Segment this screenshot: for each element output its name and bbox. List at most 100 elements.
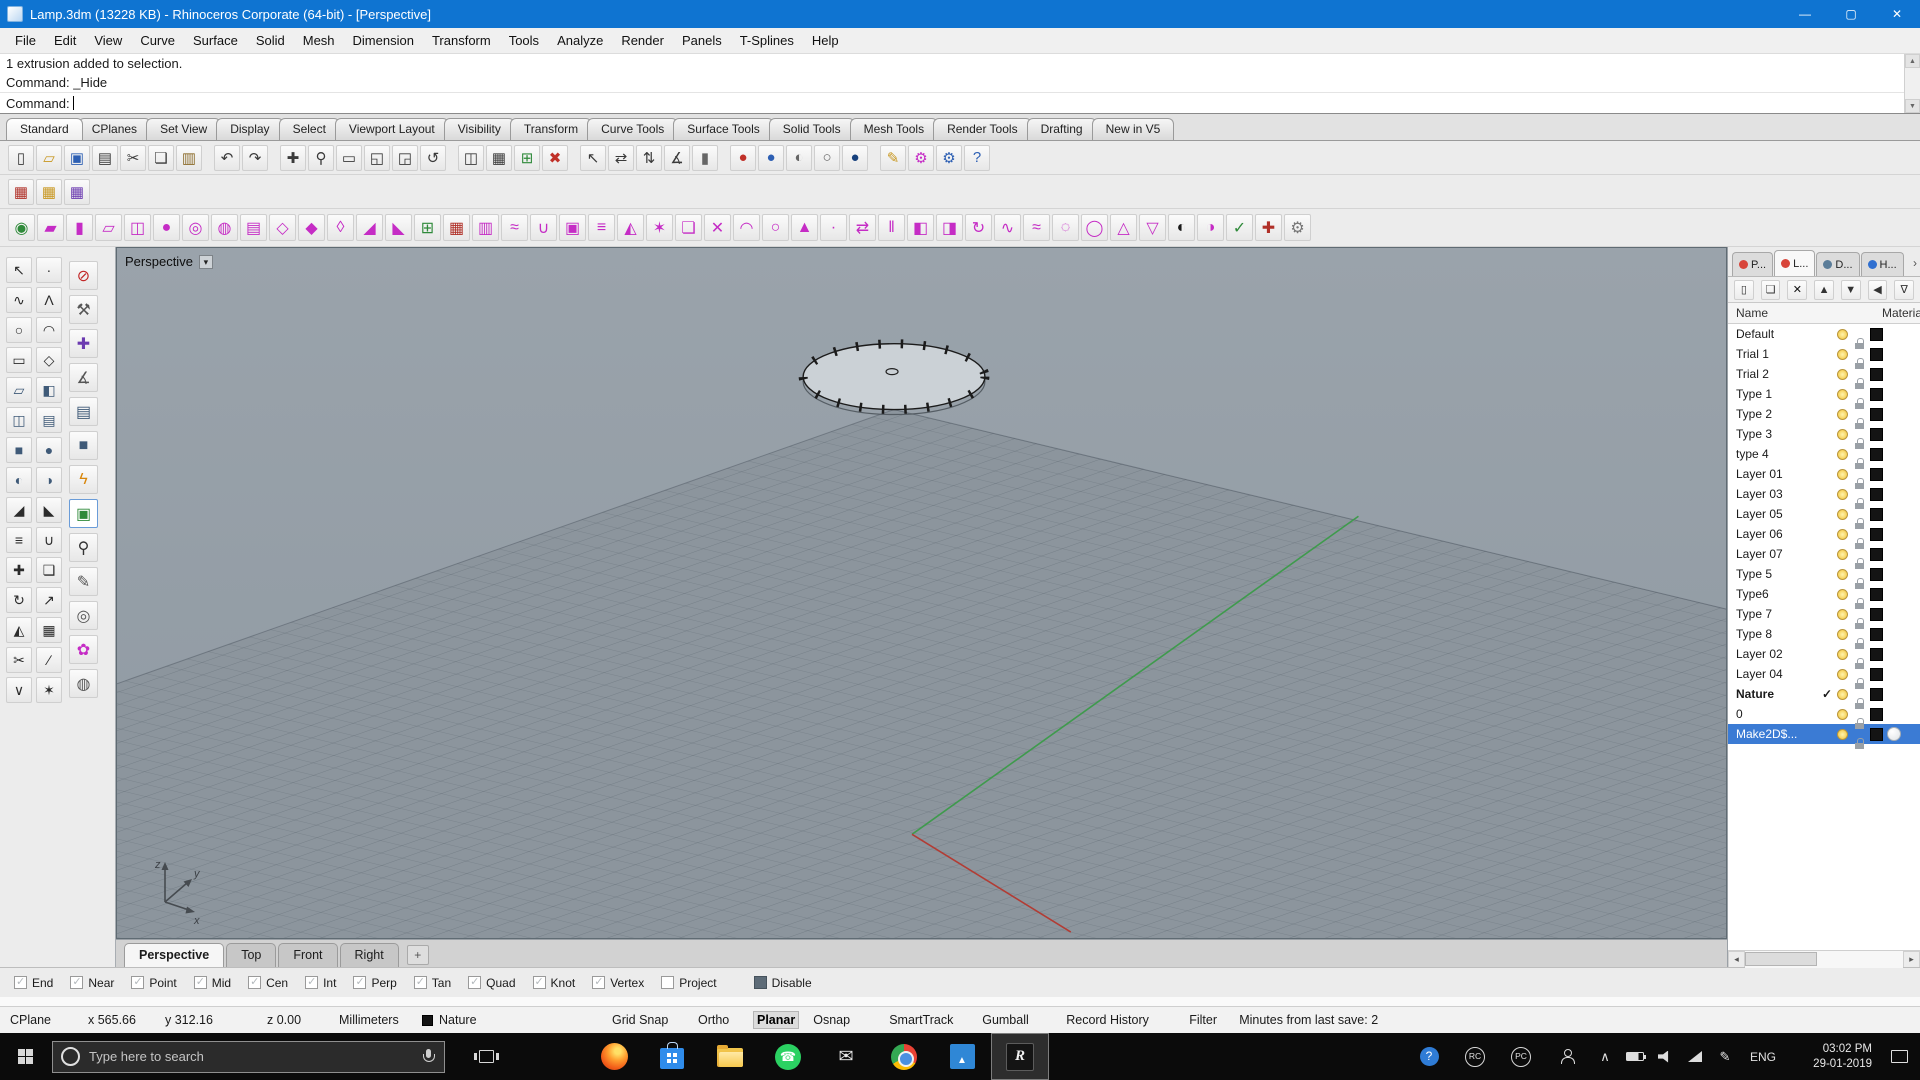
layer-color-swatch[interactable] [1868, 668, 1885, 681]
ts-weld-icon[interactable]: ◆ [298, 214, 325, 241]
mesh-tools-icon[interactable]: ◍ [69, 669, 98, 698]
layer-visibility-bulb-icon[interactable] [1834, 729, 1851, 740]
status-toggle[interactable]: Gumball [982, 1013, 1066, 1027]
osnap-toggle[interactable]: Int [305, 975, 336, 990]
boolean-union-icon[interactable]: ◐ [6, 467, 32, 493]
toolbar-tab[interactable]: Render Tools [933, 118, 1032, 140]
layer-color-swatch[interactable] [1868, 728, 1885, 741]
menu-item[interactable]: Solid [247, 33, 294, 48]
render-plugin-icon[interactable]: ✿ [69, 635, 98, 664]
zoom-window-icon[interactable]: ▭ [336, 144, 362, 171]
pen-icon[interactable]: ✎ [1710, 1033, 1740, 1080]
toolbar-tab[interactable]: Drafting [1026, 118, 1097, 140]
toolbar-tab[interactable]: Surface Tools [673, 118, 774, 140]
ts-duplicate-face-icon[interactable]: ❏ [675, 214, 702, 241]
layer-color-swatch[interactable] [1868, 688, 1885, 701]
ts-unweld-icon[interactable]: ◊ [327, 214, 354, 241]
osnap-checkbox[interactable] [353, 975, 367, 989]
badge-pc-icon[interactable]: PC [1498, 1033, 1544, 1080]
delete-icon[interactable]: ✖ [542, 144, 568, 171]
viewport-tab[interactable]: Front [278, 943, 338, 967]
osnap-checkbox[interactable] [592, 975, 606, 989]
snapshots-palette-icon[interactable]: ▦ [8, 178, 34, 205]
osnap-toggle[interactable]: Vertex [592, 975, 644, 990]
layer-color-swatch[interactable] [1868, 388, 1885, 401]
layer-color-swatch[interactable] [1868, 528, 1885, 541]
layers-horizontal-scrollbar[interactable]: ◂ ▸ [1728, 950, 1920, 968]
menu-item[interactable]: File [6, 33, 45, 48]
osnap-toggle[interactable]: Cen [248, 975, 288, 990]
chrome-icon[interactable] [875, 1033, 933, 1080]
copy-icon[interactable]: ❏ [148, 144, 174, 171]
osnap-checkbox[interactable] [413, 975, 427, 989]
ts-skin-icon[interactable]: ◧ [907, 214, 934, 241]
ts-box-icon[interactable]: ▮ [66, 214, 93, 241]
Layer 03[interactable]: Layer 03 [1728, 484, 1920, 509]
layer-visibility-bulb-icon[interactable] [1834, 709, 1851, 720]
Type 1[interactable]: Type 1 [1728, 384, 1920, 409]
toolbar-tab[interactable]: Transform [509, 118, 593, 140]
angle-measure-icon[interactable]: ∡ [664, 144, 690, 171]
status-toggle[interactable]: Record History [1066, 1013, 1189, 1027]
ts-merge-icon[interactable]: ∪ [530, 214, 557, 241]
layer-visibility-bulb-icon[interactable] [1834, 669, 1851, 680]
rotate-icon[interactable]: ↻ [6, 587, 32, 613]
status-toggle[interactable]: SmartTrack [889, 1013, 982, 1027]
annotate-pencil-icon[interactable]: ✎ [69, 567, 98, 596]
single-point-icon[interactable]: ∙ [36, 257, 62, 283]
duplicate-layer-icon[interactable]: ❏ [1760, 279, 1781, 300]
menu-item[interactable]: Render [612, 33, 673, 48]
osnap-checkbox[interactable] [131, 975, 145, 989]
ts-select-loop-icon[interactable]: ◌ [1052, 214, 1079, 241]
file-explorer-icon[interactable] [701, 1033, 759, 1080]
layer-visibility-bulb-icon[interactable] [1834, 409, 1851, 420]
pan-view-icon[interactable]: ✚ [280, 144, 306, 171]
arc-icon[interactable]: ◠ [36, 317, 62, 343]
magnifier-icon[interactable]: ⚲ [69, 533, 98, 562]
start-button[interactable] [0, 1033, 50, 1080]
Type 8[interactable]: Type 8 [1728, 624, 1920, 649]
layer-color-swatch[interactable] [1868, 588, 1885, 601]
layer-color-swatch[interactable] [1868, 508, 1885, 521]
Layer 04[interactable]: Layer 04 [1728, 664, 1920, 689]
ts-isolate-icon[interactable]: ◐ [1168, 214, 1195, 241]
toolbar-tab[interactable]: Display [216, 118, 284, 140]
menu-item[interactable]: Analyze [548, 33, 612, 48]
extrude-solid-icon[interactable]: ▤ [69, 397, 98, 426]
menu-item[interactable]: Tools [500, 33, 548, 48]
ts-revolve-icon[interactable]: ↻ [965, 214, 992, 241]
osnap-checkbox[interactable] [468, 975, 482, 989]
taskbar-clock[interactable]: 03:02 PM 29-01-2019 [1786, 1042, 1878, 1072]
scroll-left-icon[interactable]: ◂ [1728, 950, 1745, 968]
osnap-toggle[interactable]: Quad [468, 975, 516, 990]
layer-color-swatch[interactable] [1868, 368, 1885, 381]
osnap-checkbox[interactable] [661, 976, 675, 989]
layer-color-swatch[interactable] [1868, 568, 1885, 581]
ts-loft-icon[interactable]: ◨ [936, 214, 963, 241]
status-toggle[interactable]: Planar [753, 1011, 800, 1029]
viewport-tab[interactable]: Top [226, 943, 277, 967]
language-indicator[interactable]: ENG [1740, 1033, 1786, 1080]
scroll-down-icon[interactable]: ▼ [1905, 99, 1920, 113]
Type 2[interactable]: Type 2 [1728, 404, 1920, 429]
Layer 01[interactable]: Layer 01 [1728, 464, 1920, 489]
cut-icon[interactable]: ✂ [120, 144, 146, 171]
osnap-toggle[interactable]: Tan [413, 975, 451, 990]
ts-pipe-icon[interactable]: ‖ [878, 214, 905, 241]
status-toggle[interactable]: Grid Snap [612, 1013, 698, 1027]
layer-visibility-bulb-icon[interactable] [1834, 629, 1851, 640]
paste-icon[interactable]: ▥ [176, 144, 202, 171]
viewport-title[interactable]: Perspective ▾ [125, 254, 213, 269]
ts-grow-selection-icon[interactable]: △ [1110, 214, 1137, 241]
command-input[interactable]: Command: [0, 92, 1920, 113]
layer-material-icon[interactable] [1885, 727, 1902, 741]
layer-visibility-bulb-icon[interactable] [1834, 529, 1851, 540]
ts-check-icon[interactable]: ✓ [1226, 214, 1253, 241]
Type 3[interactable]: Type 3 [1728, 424, 1920, 449]
osnap-toggle[interactable]: Near [70, 975, 114, 990]
move-layer-down-icon[interactable]: ▼ [1840, 279, 1861, 300]
ts-quadball-icon[interactable]: ◍ [211, 214, 238, 241]
layer-visibility-bulb-icon[interactable] [1834, 549, 1851, 560]
solid-box-icon[interactable]: ■ [69, 431, 98, 460]
ts-match-icon[interactable]: ≈ [501, 214, 528, 241]
